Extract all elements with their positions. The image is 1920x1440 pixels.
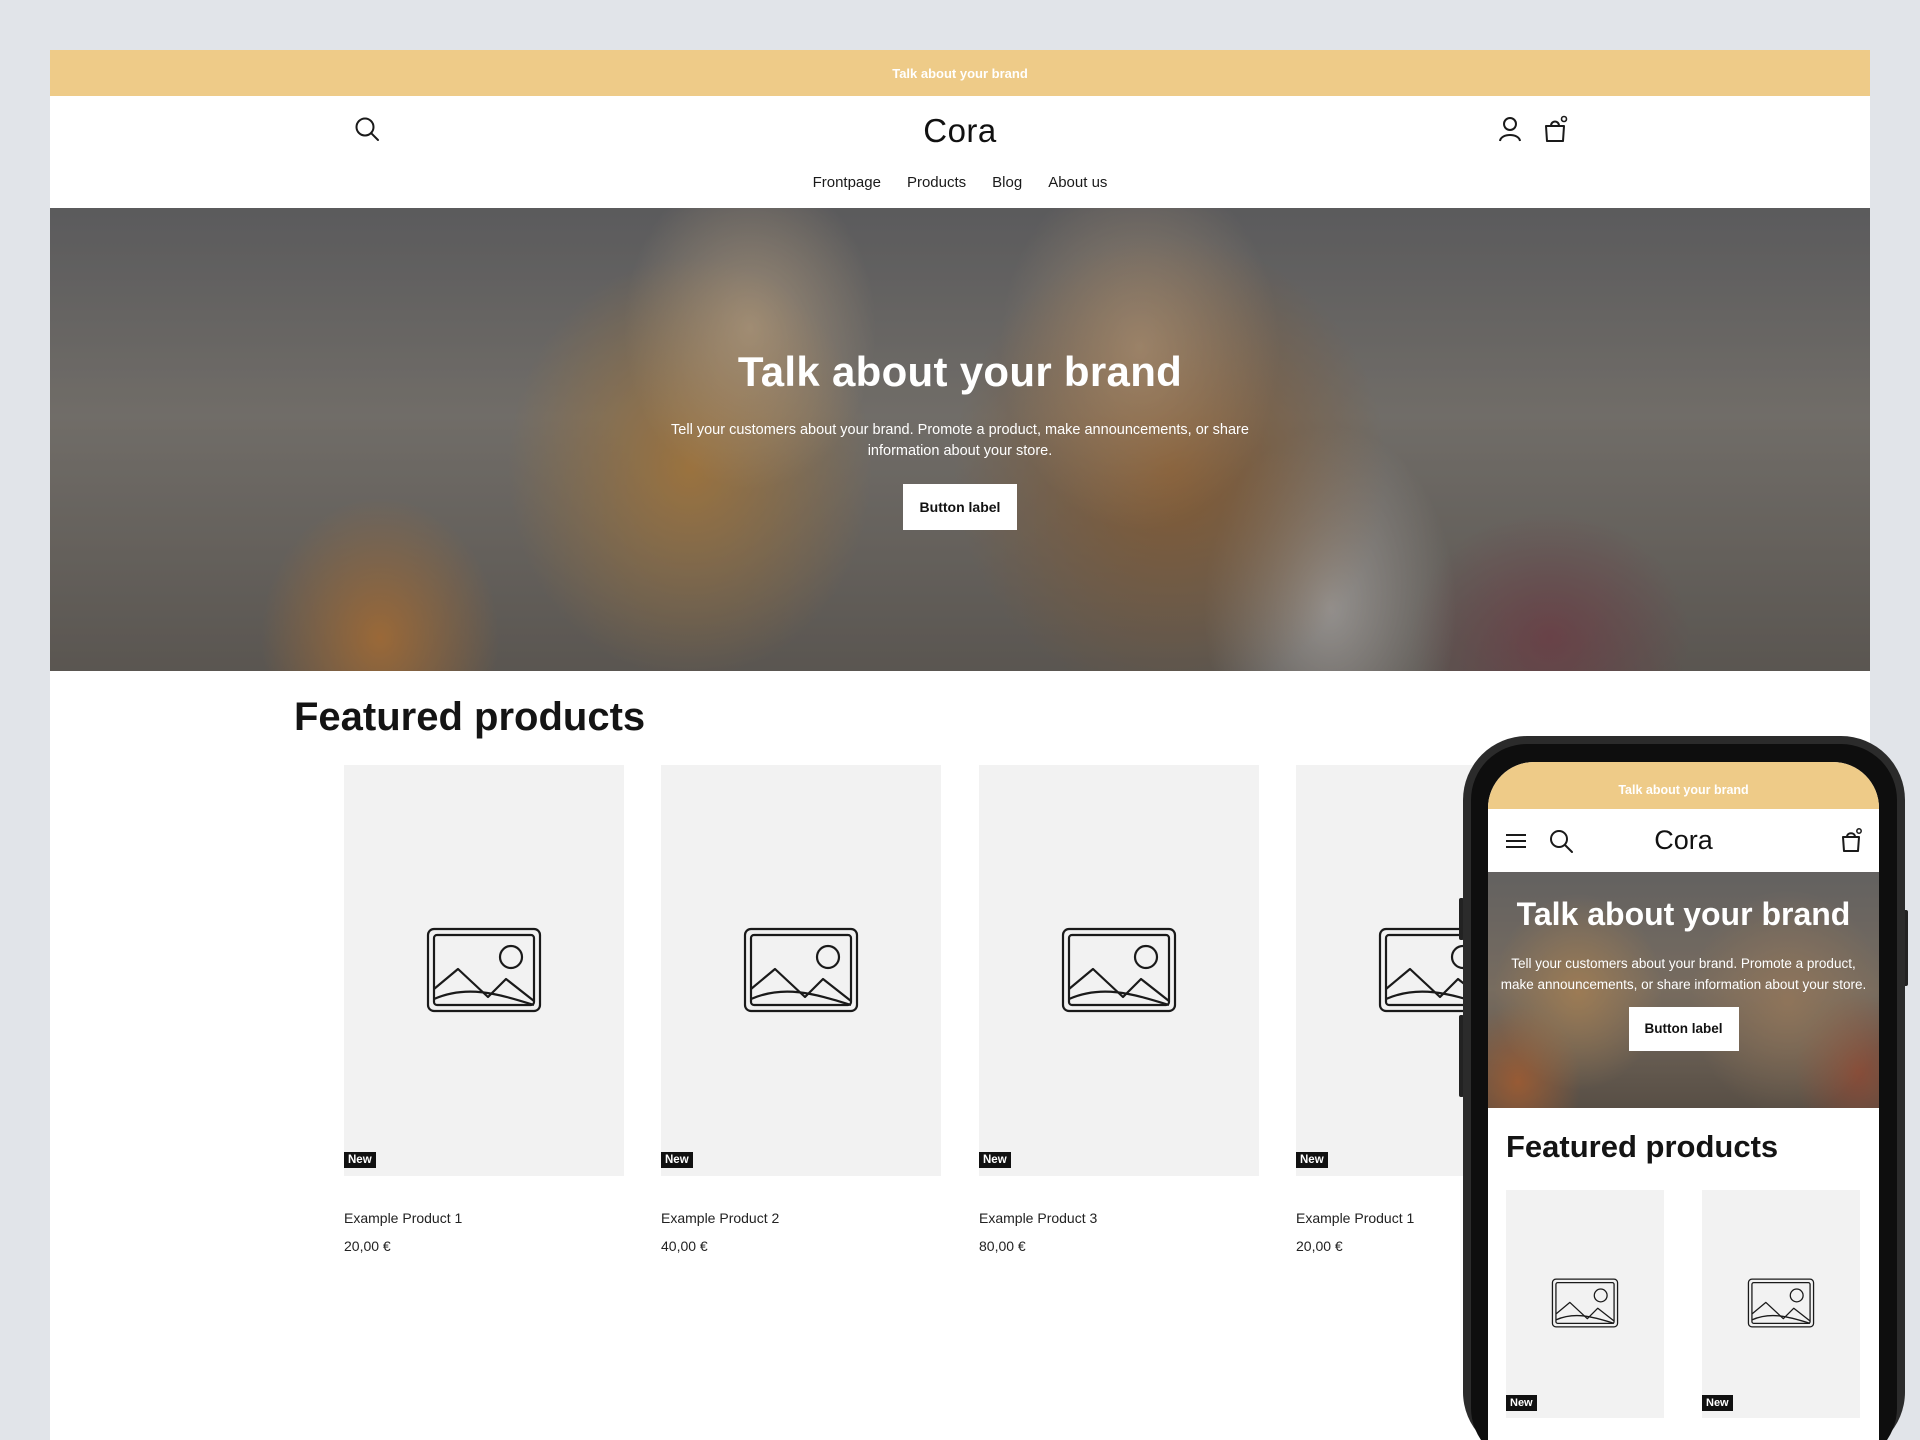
hero-text: Tell your customers about your brand. Pr… (671, 422, 1249, 459)
cart-icon[interactable] (1838, 827, 1864, 853)
product-card[interactable]: New Example Product 2 40,00 € (661, 765, 941, 1254)
product-image[interactable]: New (344, 765, 624, 1176)
image-placeholder-icon (426, 927, 542, 1013)
mobile-header: Cora (1488, 809, 1879, 872)
site-header: Cora Frontpage Products Blog About us (50, 96, 1870, 208)
product-price: 80,00 € (979, 1238, 1026, 1254)
nav-item-blog[interactable]: Blog (992, 174, 1022, 191)
new-badge: New (1506, 1395, 1537, 1411)
mobile-hero-text: Tell your customers about your brand. Pr… (1500, 956, 1867, 992)
new-badge: New (979, 1152, 1011, 1168)
image-placeholder-icon (1551, 1278, 1619, 1328)
nav-item-frontpage[interactable]: Frontpage (813, 174, 881, 191)
mobile-hero-button[interactable]: Button label (1628, 1007, 1739, 1051)
mobile-featured-title: Featured products (1506, 1129, 1779, 1164)
announcement-text: Talk about your brand (892, 65, 1028, 81)
product-name[interactable]: Example Product 2 (661, 1210, 941, 1226)
product-image[interactable]: New (661, 765, 941, 1176)
image-placeholder-icon (1061, 927, 1177, 1013)
new-badge: New (344, 1152, 376, 1168)
product-card[interactable]: New Example Product 3 80,00 € (979, 765, 1259, 1254)
mobile-announcement-bar: Talk about your brand (1488, 762, 1879, 809)
mobile-hero-banner: Talk about your brand Tell your customer… (1488, 872, 1879, 1108)
mobile-announcement-text: Talk about your brand (1618, 783, 1749, 797)
image-placeholder-icon (1747, 1278, 1815, 1328)
account-icon[interactable] (1495, 114, 1525, 144)
cart-icon[interactable] (1540, 114, 1570, 144)
nav-item-products[interactable]: Products (907, 174, 966, 191)
store-logo[interactable]: Cora (50, 112, 1870, 150)
hero-title: Talk about your brand (737, 348, 1183, 395)
image-placeholder-icon (743, 927, 859, 1013)
product-price: 40,00 € (661, 1238, 708, 1254)
mobile-hero-title: Talk about your brand (1516, 896, 1851, 932)
mobile-store-logo[interactable]: Cora (1488, 825, 1879, 856)
featured-products-title: Featured products (294, 695, 646, 739)
main-nav: Frontpage Products Blog About us (50, 174, 1870, 191)
announcement-bar: Talk about your brand (50, 50, 1870, 96)
product-name[interactable]: Example Product 1 (344, 1210, 624, 1226)
product-image[interactable]: New (979, 765, 1259, 1176)
product-price: 20,00 € (344, 1238, 391, 1254)
hero-banner: Talk about your brand Tell your customer… (50, 208, 1870, 671)
nav-item-about-us[interactable]: About us (1048, 174, 1107, 191)
product-name[interactable]: Example Product 3 (979, 1210, 1259, 1226)
mobile-product-card[interactable]: New (1506, 1190, 1664, 1418)
new-badge: New (661, 1152, 693, 1168)
mobile-product-card[interactable]: New (1702, 1190, 1860, 1418)
product-card[interactable]: New Example Product 1 20,00 € (344, 765, 624, 1254)
new-badge: New (1702, 1395, 1733, 1411)
hero-button[interactable]: Button label (902, 484, 1018, 530)
new-badge: New (1296, 1152, 1328, 1168)
mobile-storefront: Talk about your brand Cora Talk about yo… (1488, 762, 1879, 1440)
